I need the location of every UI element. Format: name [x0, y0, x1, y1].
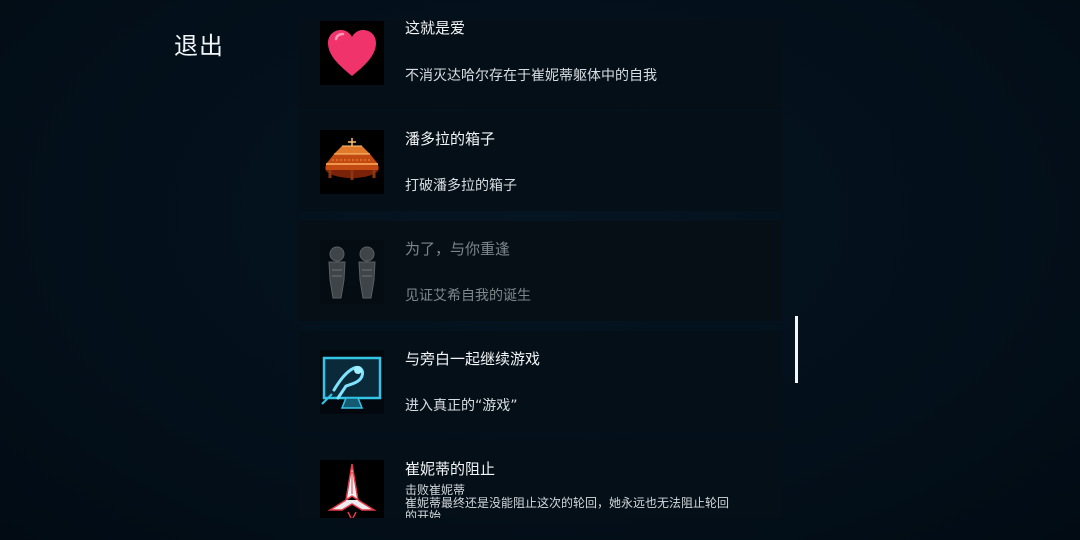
achievement-list[interactable]: 这就是爱 不消灭达哈尔存在于崔妮蒂躯体中的自我 潘多拉的箱子 打破潘多拉的箱子: [298, 20, 782, 518]
scrollbar[interactable]: [795, 316, 798, 383]
achievement-card[interactable]: 崔妮蒂的阻止 击败崔妮蒂 崔妮蒂最终还是没能阻止这次的轮回，她永远也无法阻止轮回…: [298, 441, 782, 518]
heart-icon: [320, 21, 384, 85]
achievement-card[interactable]: 与旁白一起继续游戏 进入真正的“游戏”: [298, 331, 782, 431]
achievement-title: 与旁白一起继续游戏: [405, 350, 541, 368]
achievement-title: 崔妮蒂的阻止: [405, 460, 496, 478]
achievements-screen: 退出 这就是爱 不消灭达哈尔存在于崔妮蒂躯体中的自我 潘多拉的箱子 打破潘多拉的…: [0, 0, 1080, 540]
achievement-card-locked[interactable]: 为了，与你重逢 见证艾希自我的诞生: [298, 221, 782, 321]
spaceship-icon: [320, 460, 384, 518]
achievement-desc-detail-cont: 的开始: [405, 509, 442, 519]
twin-figures-icon: [320, 240, 384, 304]
achievement-desc-detail: 崔妮蒂最终还是没能阻止这次的轮回，她永远也无法阻止轮回: [405, 496, 730, 510]
achievement-desc: 见证艾希自我的诞生: [405, 288, 531, 304]
achievement-desc: 不消灭达哈尔存在于崔妮蒂躯体中的自我: [405, 68, 657, 84]
monitor-figure-icon: [320, 350, 384, 414]
pandora-box-icon: [320, 130, 384, 194]
achievement-title: 这就是爱: [405, 20, 466, 37]
achievement-desc: 进入真正的“游戏”: [405, 398, 518, 414]
achievement-desc: 打破潘多拉的箱子: [405, 178, 517, 194]
achievement-title: 为了，与你重逢: [405, 240, 511, 258]
achievement-title: 潘多拉的箱子: [405, 130, 496, 148]
exit-button[interactable]: 退出: [174, 26, 224, 61]
achievement-card[interactable]: 这就是爱 不消灭达哈尔存在于崔妮蒂躯体中的自我: [298, 20, 782, 110]
achievement-card[interactable]: 潘多拉的箱子 打破潘多拉的箱子: [298, 111, 782, 211]
